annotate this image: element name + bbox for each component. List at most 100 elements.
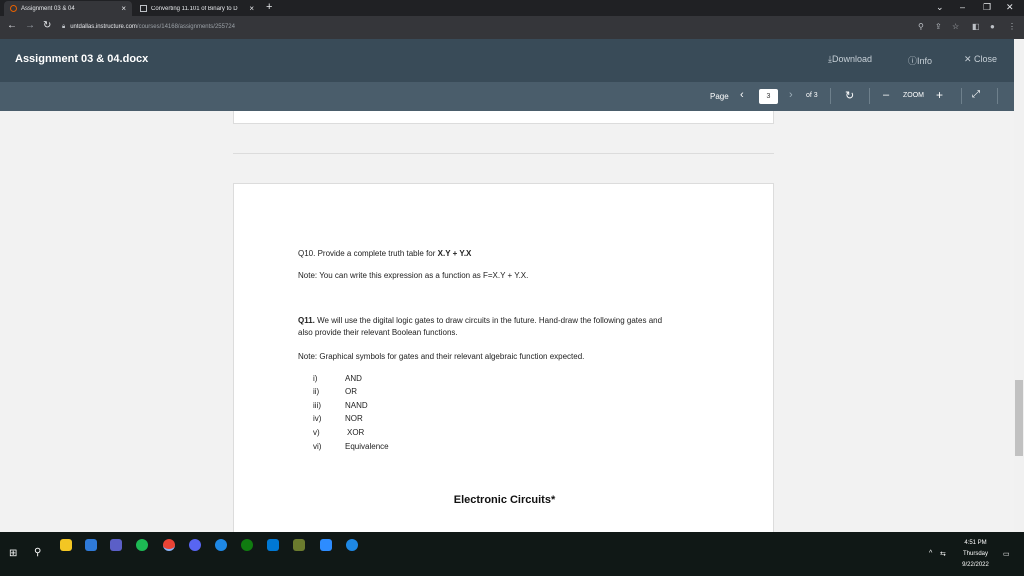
zoom-out-button[interactable]: –	[883, 89, 889, 101]
viewer-header: Assignment 03 & 04.docx ⤓Download ⓘInfo …	[0, 39, 1014, 82]
tab-assignment[interactable]: Assignment 03 & 04 ×	[4, 1, 132, 16]
chrome-icon[interactable]	[163, 539, 175, 551]
browser-tab-strip: Assignment 03 & 04 × Converting 11.101 o…	[0, 0, 1024, 16]
screen: Assignment 03 & 04 × Converting 11.101 o…	[0, 0, 1024, 576]
profile-icon[interactable]: ●	[990, 22, 995, 31]
bookmark-star-icon[interactable]: ☆	[952, 22, 959, 31]
new-tab-button[interactable]: +	[266, 1, 272, 13]
gate-name: Equivalence	[345, 442, 389, 451]
canvas-favicon-icon	[10, 5, 17, 12]
windows-taskbar	[0, 532, 1024, 576]
url-path: /courses/14168/assignments/255724	[136, 24, 235, 30]
teams-icon[interactable]	[110, 539, 122, 551]
toolbar-divider	[869, 88, 870, 104]
clock-date: 9/22/2022	[962, 562, 989, 568]
prev-page-chevron-icon[interactable]: ‹	[740, 89, 744, 101]
download-label: Download	[831, 54, 873, 64]
list-number: iii)	[313, 401, 321, 410]
gate-name: XOR	[347, 428, 365, 437]
zoom-search-icon[interactable]: ⚲	[918, 22, 924, 31]
q11-label: Q11.	[298, 316, 315, 325]
close-button[interactable]: ✕ Close	[964, 54, 997, 65]
gate-name: NAND	[345, 401, 368, 410]
tab-converting[interactable]: Converting 11.101 of Binary to D ×	[134, 1, 260, 16]
windows-start-icon[interactable]: ⊞	[9, 548, 17, 559]
fullscreen-icon[interactable]: ⤢	[972, 89, 980, 100]
question-10: Q10. Provide a complete truth table for …	[298, 248, 471, 260]
share-icon[interactable]: ⇪	[935, 22, 942, 31]
tray-chevron-up-icon[interactable]: ^	[929, 550, 932, 557]
list-item: ii) OR	[313, 387, 357, 396]
xbox-icon[interactable]	[241, 539, 253, 551]
tab-title: Converting 11.101 of Binary to D	[151, 5, 238, 12]
list-item: i) AND	[313, 374, 362, 383]
info-button[interactable]: ⓘInfo	[908, 54, 932, 67]
edge-icon[interactable]	[215, 539, 227, 551]
page-footer-title: Electronic Circuits*	[453, 494, 556, 506]
taskbar-clock[interactable]: 4:51 PM Thursday 9/22/2022	[953, 538, 998, 571]
back-arrow-icon[interactable]: ←	[7, 20, 17, 31]
tab-close-icon[interactable]: ×	[249, 4, 254, 13]
q11-line2: also provide their relevant Boolean func…	[298, 328, 458, 337]
forward-arrow-icon[interactable]: →	[25, 20, 35, 31]
list-item: iv) NOR	[313, 414, 363, 423]
info-label: Info	[917, 56, 933, 66]
tab-search-chevron-icon[interactable]: ⌄	[936, 2, 944, 13]
question-11: Q11. We will use the digital logic gates…	[298, 315, 662, 339]
gate-name: AND	[345, 374, 362, 383]
toolbar-divider	[961, 88, 962, 104]
q10-expression: X.Y + Y.X	[437, 249, 472, 258]
calendar-icon[interactable]	[85, 539, 97, 551]
list-item: iii) NAND	[313, 401, 368, 410]
page-favicon-icon	[140, 5, 147, 12]
reload-icon[interactable]: ↻	[43, 20, 51, 31]
zoom-label: ZOOM	[903, 92, 924, 99]
list-item: vi) Equivalence	[313, 442, 389, 451]
close-label: Close	[974, 54, 998, 64]
scrollbar[interactable]	[1014, 39, 1024, 532]
address-bar[interactable]: 🔒︎ untdallas.instructure.com /courses/14…	[58, 20, 928, 34]
gate-name: NOR	[345, 414, 363, 423]
list-item: v) XOR	[313, 428, 364, 437]
edge-dev-icon[interactable]	[346, 539, 358, 551]
file-explorer-icon[interactable]	[60, 539, 72, 551]
page-number-input[interactable]: 3	[759, 89, 778, 104]
menu-kebab-icon[interactable]: ⋮	[1008, 22, 1016, 31]
notifications-icon[interactable]: ▭	[1003, 550, 1010, 558]
note-1: Note: You can write this expression as a…	[298, 271, 529, 280]
restore-icon[interactable]: ❐	[983, 2, 991, 13]
document-viewport[interactable]: Q10. Provide a complete truth table for …	[0, 111, 1014, 532]
scroll-thumb[interactable]	[1015, 380, 1023, 456]
next-page-chevron-icon[interactable]: ›	[789, 89, 793, 101]
valorant-icon[interactable]	[293, 539, 305, 551]
tab-title: Assignment 03 & 04	[21, 5, 75, 12]
zoom-in-button[interactable]: +	[936, 88, 943, 102]
minimize-icon[interactable]: –	[960, 2, 965, 12]
clock-time: 4:51 PM	[964, 540, 987, 546]
window-close-icon[interactable]: ✕	[1006, 2, 1014, 13]
url-domain: untdallas.instructure.com	[70, 24, 137, 30]
q10-text: Q10. Provide a complete truth table for	[298, 249, 438, 258]
search-icon[interactable]: ⚲	[34, 547, 41, 558]
outlook-icon[interactable]	[267, 539, 279, 551]
tab-close-icon[interactable]: ×	[121, 4, 126, 13]
q11-line1: We will use the digital logic gates to d…	[314, 316, 663, 325]
page-label: Page	[710, 92, 729, 101]
zoom-app-icon[interactable]	[320, 539, 332, 551]
gate-name: OR	[345, 387, 357, 396]
previous-page-bottom	[233, 111, 774, 124]
toolbar-divider	[830, 88, 831, 104]
close-icon: ✕	[964, 54, 975, 64]
list-number: ii)	[313, 387, 320, 396]
document-page: Q10. Provide a complete truth table for …	[233, 183, 774, 532]
discord-icon[interactable]	[189, 539, 201, 551]
side-panel-icon[interactable]: ◧	[972, 22, 980, 31]
network-icon[interactable]: ⇆	[940, 550, 946, 558]
list-number: iv)	[313, 414, 322, 423]
download-button[interactable]: ⤓Download	[828, 54, 872, 65]
rotate-icon[interactable]: ↻	[845, 89, 854, 102]
list-number: v)	[313, 428, 320, 437]
spotify-icon[interactable]	[136, 539, 148, 551]
info-icon: ⓘ	[908, 56, 918, 66]
document-title: Assignment 03 & 04.docx	[15, 53, 149, 65]
